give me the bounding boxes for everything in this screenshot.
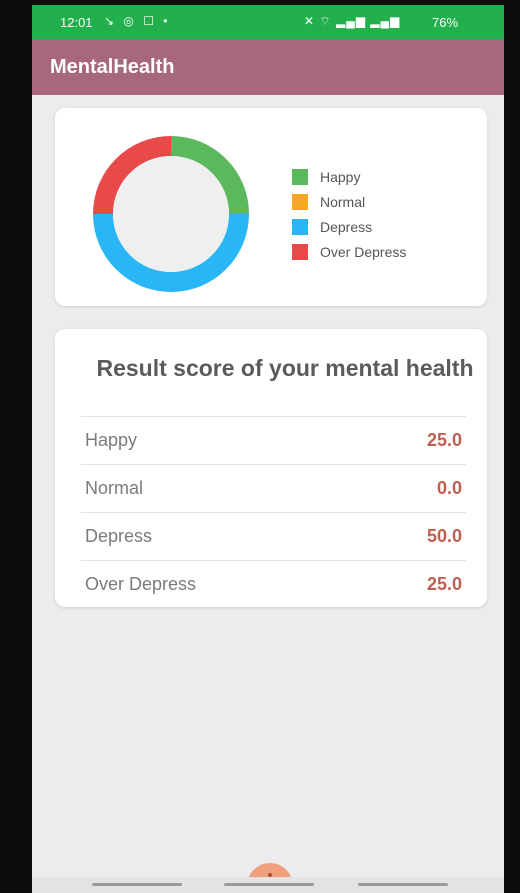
- notification-icons: ↘ ◎ ☐ •: [104, 14, 171, 28]
- score-label: Happy: [85, 430, 138, 450]
- signal-icons: ✕ ⌔ ▂▄▆ ▂▄▆: [304, 14, 401, 28]
- chart-card: Happy Normal Depress Over Depress: [55, 108, 487, 306]
- device-bezel-right: [502, 0, 520, 893]
- legend-item-happy: Happy: [292, 164, 406, 189]
- app-title: MentalHealth: [50, 56, 175, 78]
- result-score-title: Result score of your mental health: [96, 355, 474, 381]
- legend-item-over-depress: Over Depress: [292, 239, 406, 264]
- legend-swatch-normal: [292, 193, 308, 210]
- score-row-happy: Happy 25.0: [81, 416, 466, 464]
- score-value: 0.0: [436, 478, 462, 498]
- nav-home-handle[interactable]: [224, 883, 314, 886]
- score-list: Happy 25.0 Normal 0.0 Depress 50.0 Over …: [81, 416, 466, 608]
- status-time: 12:01: [60, 15, 93, 30]
- score-label: Normal: [85, 478, 144, 498]
- legend-label: Happy: [320, 168, 361, 185]
- legend-swatch-over-depress: [292, 243, 308, 260]
- legend-item-depress: Depress: [292, 214, 406, 239]
- score-value: 50.0: [426, 526, 462, 546]
- system-navigation-bar: [32, 877, 504, 893]
- device-bezel-left: [0, 0, 32, 893]
- phone-screen: 12:01 ↘ ◎ ☐ • ✕ ⌔ ▂▄▆ ▂▄▆ 76% MentalHeal…: [32, 5, 504, 893]
- result-score-card: Result score of your mental health Happy…: [55, 329, 487, 607]
- legend-label: Over Depress: [320, 243, 407, 260]
- battery-indicator: 76%: [432, 15, 459, 30]
- legend-swatch-happy: [292, 168, 308, 185]
- legend-label: Normal: [320, 193, 366, 210]
- score-value: 25.0: [426, 574, 462, 594]
- legend-label: Depress: [320, 218, 373, 235]
- score-row-depress: Depress 50.0: [81, 512, 466, 560]
- score-value: 25.0: [426, 430, 462, 450]
- score-row-normal: Normal 0.0: [81, 464, 466, 512]
- nav-back-handle[interactable]: [358, 883, 448, 886]
- legend-item-normal: Normal: [292, 189, 406, 214]
- score-label: Depress: [85, 526, 153, 546]
- app-bar: MentalHealth: [32, 39, 504, 95]
- score-row-over-depress: Over Depress 25.0: [81, 560, 466, 608]
- donut-chart: [93, 136, 249, 292]
- nav-recents-handle[interactable]: [92, 883, 182, 886]
- donut-hole: [113, 156, 229, 272]
- chart-legend: Happy Normal Depress Over Depress: [292, 164, 406, 264]
- score-label: Over Depress: [85, 574, 197, 594]
- legend-swatch-depress: [292, 218, 308, 235]
- status-bar: 12:01 ↘ ◎ ☐ • ✕ ⌔ ▂▄▆ ▂▄▆ 76%: [32, 5, 504, 39]
